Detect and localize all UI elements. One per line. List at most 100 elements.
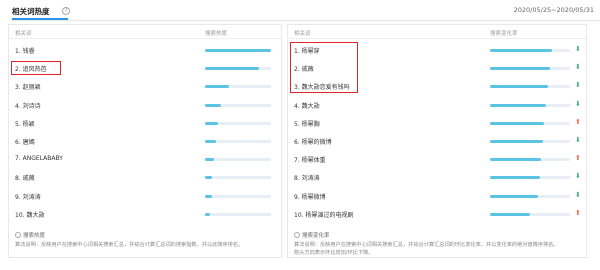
info-icon — [15, 232, 21, 238]
arrow-down-icon: ⬇ — [575, 136, 581, 144]
keyword-label[interactable]: 9. 刘涛涛 — [15, 192, 41, 201]
heat-bar-fill — [205, 176, 213, 180]
highlight-box — [290, 42, 358, 93]
keyword-label[interactable]: 9. 杨幂微博 — [294, 192, 326, 201]
keyword-label[interactable]: 6. 杨幂的微博 — [294, 137, 332, 146]
search-change-panel: 相关词 搜索变化率 1. 杨幂穿 ⬇ 2. 戚薇 ⬇ 3. 魏大勋恋爱有钱吗 ⬇ 4. 魏大… — [287, 24, 587, 258]
change-bar-fill — [490, 140, 543, 143]
change-footer-title: 搜索变化率 — [294, 231, 330, 239]
search-heat-panel: 相关词 搜索热度 1. 钱睿 2. 追风热芭 3. 赵丽颖 4. 刘诗诗 5. 杨颖 6.… — [8, 24, 282, 258]
change-row[interactable]: 6. 杨幂的微博 ⬇ — [288, 133, 586, 150]
change-bar-fill — [490, 176, 540, 180]
change-row[interactable]: 8. 刘涛涛 ⬇ — [288, 169, 586, 186]
keyword-label[interactable]: 7. 杨幂体重 — [294, 155, 326, 164]
keyword-label[interactable]: 7. ANGELABABY — [15, 155, 63, 162]
arrow-up-icon: ⬆ — [575, 154, 581, 163]
heat-bar-fill — [205, 158, 214, 162]
keyword-label[interactable]: 5. 杨颖 — [15, 119, 35, 128]
arrow-up-icon: ⬆ — [575, 208, 581, 217]
info-icon — [294, 232, 300, 238]
heat-bar-track — [205, 49, 271, 52]
heat-bar-fill — [205, 194, 212, 198]
help-icon[interactable]: ? — [62, 7, 70, 15]
heat-row[interactable]: 5. 杨颖 — [9, 115, 281, 132]
arrow-down-icon: ⬇ — [575, 190, 581, 199]
heat-row[interactable]: 3. 赵丽颖 — [9, 78, 281, 95]
change-bar-fill — [490, 103, 546, 107]
heat-bar-fill — [205, 49, 271, 52]
arrow-up-icon: ⬆ — [575, 117, 581, 126]
change-footer-line1: 算法说明：反映用户在搜索中心词相关搜索汇总，并综合计算汇总词的环比变化率，并以变… — [294, 242, 559, 248]
change-bar-fill — [490, 49, 553, 52]
header-divider — [12, 20, 600, 21]
col-metric-header: 搜索热度 — [205, 31, 228, 37]
change-bar-track — [490, 85, 570, 89]
change-bar-track — [490, 158, 570, 162]
heat-bar-fill — [205, 85, 229, 89]
heat-bar-fill — [205, 140, 216, 143]
keyword-label[interactable]: 1. 钱睿 — [15, 46, 35, 55]
change-bar-fill — [490, 67, 550, 71]
heat-bar-track — [205, 67, 271, 71]
heat-row[interactable]: 1. 钱睿 — [9, 42, 281, 59]
change-row[interactable]: 7. 杨幂体重 ⬆ — [288, 151, 586, 168]
change-bar-track — [490, 103, 570, 107]
heat-bar-track — [205, 140, 271, 143]
keyword-label[interactable]: 10. 杨幂演过的电视剧 — [294, 210, 353, 219]
arrow-down-icon: ⬇ — [575, 63, 581, 72]
heat-row[interactable]: 6. 唐嫣 — [9, 133, 281, 150]
keyword-label[interactable]: 5. 杨幂胸 — [294, 119, 320, 128]
col-keyword-header: 相关词 — [15, 31, 32, 37]
change-footer-desc: 算法说明：反映用户在搜索中心词相关搜索汇总，并综合计算汇总词的环比变化率，并以变… — [294, 241, 584, 257]
change-bar-track — [490, 194, 570, 198]
heat-bar-track — [205, 158, 271, 162]
change-bar-track — [490, 67, 570, 71]
keyword-label[interactable]: 6. 唐嫣 — [15, 137, 35, 146]
arrow-down-icon: ⬇ — [575, 81, 581, 90]
change-row[interactable]: 9. 杨幂微博 ⬇ — [288, 188, 586, 205]
keyword-label[interactable]: 8. 戚薇 — [15, 173, 35, 182]
arrow-down-icon: ⬇ — [575, 172, 581, 181]
heat-bar-track — [205, 212, 271, 216]
keyword-label[interactable]: 3. 赵丽颖 — [15, 82, 41, 91]
heat-bar-fill — [205, 67, 260, 71]
section-title: 相关词热度 — [12, 7, 50, 16]
heat-row[interactable]: 8. 戚薇 — [9, 169, 281, 186]
keyword-label[interactable]: 10. 魏大勋 — [15, 210, 44, 219]
heat-row[interactable]: 7. ANGELABABY — [9, 151, 281, 168]
date-range[interactable]: 2020/05/25~2020/05/31 — [514, 6, 594, 14]
change-footer-line2: 箭头方向表示环比增加/环比下降。 — [294, 250, 374, 256]
keyword-label[interactable]: 4. 魏大勋 — [294, 101, 320, 110]
change-bar-track — [490, 212, 570, 216]
change-bar-track — [490, 121, 570, 125]
heat-footer-title: 搜索热度 — [15, 231, 45, 239]
heat-row[interactable]: 9. 刘涛涛 — [9, 188, 281, 205]
heat-footer-desc: 算法说明：反映用户在搜索中心词相关搜索汇总，并综合计算汇总词的搜索指数，并以此降… — [15, 242, 244, 248]
highlight-box — [11, 61, 61, 75]
heat-bar-track — [205, 176, 271, 180]
change-bar-fill — [490, 158, 542, 162]
change-row[interactable]: 10. 杨幂演过的电视剧 ⬆ — [288, 206, 586, 223]
change-bar-fill — [490, 212, 530, 216]
change-bar-track — [490, 49, 570, 52]
heat-row[interactable]: 10. 魏大勋 — [9, 206, 281, 223]
heat-bar-fill — [205, 103, 221, 107]
keyword-label[interactable]: 4. 刘诗诗 — [15, 101, 41, 110]
arrow-down-icon: ⬇ — [575, 99, 581, 108]
change-row[interactable]: 4. 魏大勋 ⬇ — [288, 97, 586, 114]
heat-row[interactable]: 4. 刘诗诗 — [9, 97, 281, 114]
col-keyword-header: 相关词 — [294, 31, 311, 37]
heat-footer-label: 搜索热度 — [23, 233, 46, 239]
heat-bar-track — [205, 103, 271, 107]
section-header: 相关词热度 ? 2020/05/25~2020/05/31 — [6, 4, 600, 21]
heat-bar-fill — [205, 212, 211, 216]
change-row[interactable]: 5. 杨幂胸 ⬆ — [288, 115, 586, 132]
column-divider — [288, 38, 586, 39]
change-bar-track — [490, 176, 570, 180]
heat-bar-track — [205, 85, 271, 89]
heat-bar-track — [205, 121, 271, 125]
arrow-down-icon: ⬇ — [575, 45, 581, 53]
change-footer-label: 搜索变化率 — [302, 233, 330, 239]
keyword-label[interactable]: 8. 刘涛涛 — [294, 173, 320, 182]
change-bar-fill — [490, 194, 538, 198]
